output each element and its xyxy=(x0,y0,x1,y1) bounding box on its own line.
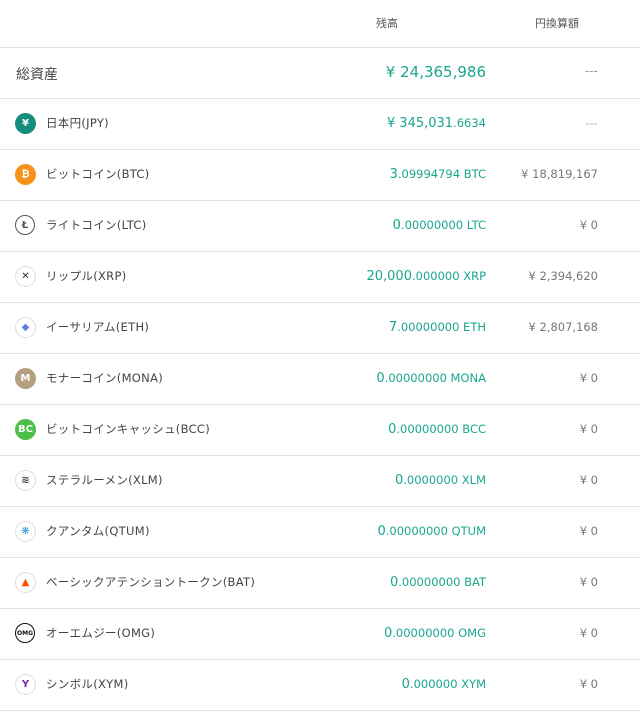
asset-jpy-value: ¥ 2,394,620 xyxy=(528,269,599,283)
asset-row[interactable]: ✕ リップル(XRP) 20,000.000000 XRP ¥ 2,394,620 xyxy=(0,252,640,303)
balance-integer: 20,000 xyxy=(366,269,412,284)
asset-name: モナーコイン(MONA) xyxy=(46,371,164,385)
asset-balance: 0.00000000 OMG xyxy=(384,625,486,641)
balance-integer: 3 xyxy=(389,167,398,182)
asset-balance: 0.00000000 BCC xyxy=(388,421,486,437)
balance-decimal-unit: .09994794 BTC xyxy=(397,167,486,181)
balance-integer: 7 xyxy=(388,320,398,335)
balance-decimal-unit: .00000000 BCC xyxy=(396,422,486,436)
asset-name: オーエムジー(OMG) xyxy=(46,626,156,640)
total-assets-row: 総資産 ¥ 24,365,986 --- xyxy=(0,48,640,99)
asset-name: リップル(XRP) xyxy=(46,269,127,283)
balance-column-header: 残高 xyxy=(376,17,398,30)
asset-name: クアンタム(QTUM) xyxy=(46,524,150,538)
asset-balance: 20,000.000000 XRP xyxy=(366,268,486,284)
asset-row[interactable]: ≋ ステラルーメン(XLM) 0.0000000 XLM ¥ 0 xyxy=(0,456,640,507)
asset-jpy-value: ¥ 0 xyxy=(579,473,598,487)
balance-decimal-unit: .00000000 BAT xyxy=(398,575,486,589)
balance-integer: 0 xyxy=(401,677,410,692)
balance-integer: ¥ 345,031 xyxy=(386,116,454,131)
total-assets-amount: ¥ 24,365,986 xyxy=(385,63,486,81)
asset-row[interactable]: ₿ ビットコイン(BTC) 3.09994794 BTC ¥ 18,819,167 xyxy=(0,150,640,201)
bat-icon: ▲ xyxy=(15,572,36,593)
asset-row[interactable]: Ł ライトコイン(LTC) 0.00000000 LTC ¥ 0 xyxy=(0,201,640,252)
asset-row[interactable]: ¥ 日本円(JPY) ¥ 345,031.6634 --- xyxy=(0,99,640,150)
asset-row[interactable]: ◆ イーサリアム(ETH) 7.00000000 ETH ¥ 2,807,168 xyxy=(0,303,640,354)
jpy-column-header: 円換算額 xyxy=(535,17,579,30)
asset-row[interactable]: M モナーコイン(MONA) 0.00000000 MONA ¥ 0 xyxy=(0,354,640,405)
asset-jpy-value: ¥ 2,807,168 xyxy=(528,320,599,334)
balance-decimal-unit: .6634 xyxy=(453,116,486,130)
asset-jpy-value: ¥ 0 xyxy=(579,422,598,436)
qtum-icon: ❋ xyxy=(15,521,36,542)
asset-balance: 3.09994794 BTC xyxy=(390,166,486,182)
asset-name: ライトコイン(LTC) xyxy=(46,218,147,232)
asset-balance: 0.00000000 MONA xyxy=(376,370,486,386)
stellar-icon: ≋ xyxy=(15,470,36,491)
total-assets-label: 総資産 xyxy=(16,67,58,83)
balance-decimal-unit: .00000000 QTUM xyxy=(385,524,486,538)
balance-decimal-unit: .00000000 MONA xyxy=(384,371,486,385)
asset-jpy-value: ¥ 18,819,167 xyxy=(521,167,598,181)
balance-decimal-unit: .00000000 ETH xyxy=(397,320,486,334)
symbol-icon: Y xyxy=(15,674,36,695)
asset-row[interactable]: Y シンボル(XYM) 0.000000 XYM ¥ 0 xyxy=(0,660,640,711)
asset-row[interactable]: OMG オーエムジー(OMG) 0.00000000 OMG ¥ 0 xyxy=(0,609,640,660)
asset-name: ステラルーメン(XLM) xyxy=(46,473,163,487)
asset-jpy-value: --- xyxy=(585,116,598,130)
asset-balance: 0.00000000 QTUM xyxy=(377,523,486,539)
omg-icon: OMG xyxy=(15,623,35,643)
table-header: 残高 円換算額 xyxy=(0,0,640,48)
ethereum-icon: ◆ xyxy=(15,317,36,338)
balance-decimal-unit: .000000 XRP xyxy=(411,269,486,283)
asset-balance: 0.00000000 LTC xyxy=(393,217,486,233)
asset-name: シンボル(XYM) xyxy=(46,677,129,691)
asset-jpy-value: ¥ 0 xyxy=(579,218,598,232)
total-assets-jpy: --- xyxy=(585,64,598,78)
asset-jpy-value: ¥ 0 xyxy=(579,626,598,640)
litecoin-icon: Ł xyxy=(15,215,35,235)
asset-balance: ¥ 345,031.6634 xyxy=(387,115,486,131)
balance-integer: 0 xyxy=(376,371,385,386)
asset-name: ビットコイン(BTC) xyxy=(46,167,150,181)
asset-name: ビットコインキャッシュ(BCC) xyxy=(46,422,211,436)
balance-decimal-unit: .0000000 XLM xyxy=(403,473,486,487)
asset-jpy-value: ¥ 0 xyxy=(579,575,598,589)
asset-balance: 7.00000000 ETH xyxy=(389,319,486,335)
ripple-icon: ✕ xyxy=(15,266,36,287)
asset-balance: 0.000000 XYM xyxy=(402,676,486,692)
asset-row[interactable]: ▲ ベーシックアテンショントークン(BAT) 0.00000000 BAT ¥ 0 xyxy=(0,558,640,609)
asset-row[interactable]: ❋ クアンタム(QTUM) 0.00000000 QTUM ¥ 0 xyxy=(0,507,640,558)
asset-jpy-value: ¥ 0 xyxy=(579,371,598,385)
bitcoin-cash-icon: BC xyxy=(15,419,36,440)
bitcoin-icon: ₿ xyxy=(15,164,36,185)
balance-decimal-unit: .000000 XYM xyxy=(409,677,486,691)
asset-balance: 0.00000000 BAT xyxy=(390,574,486,590)
asset-row[interactable]: BC ビットコインキャッシュ(BCC) 0.00000000 BCC ¥ 0 xyxy=(0,405,640,456)
asset-name: ベーシックアテンショントークン(BAT) xyxy=(46,575,256,589)
balance-integer: 0 xyxy=(392,218,401,233)
asset-jpy-value: ¥ 0 xyxy=(579,677,598,691)
asset-jpy-value: ¥ 0 xyxy=(579,524,598,538)
asset-name: イーサリアム(ETH) xyxy=(46,320,150,334)
balance-decimal-unit: .00000000 OMG xyxy=(392,626,486,640)
balance-integer: 0 xyxy=(377,524,386,539)
balance-decimal-unit: .00000000 LTC xyxy=(400,218,486,232)
yen-icon: ¥ xyxy=(15,113,36,134)
monacoin-icon: M xyxy=(15,368,36,389)
balance-integer: 0 xyxy=(394,473,404,488)
asset-list: ¥ 日本円(JPY) ¥ 345,031.6634 --- ₿ ビットコイン(BTC) 3.… xyxy=(0,99,640,711)
asset-name: 日本円(JPY) xyxy=(46,116,109,130)
asset-balance: 0.0000000 XLM xyxy=(395,472,486,488)
